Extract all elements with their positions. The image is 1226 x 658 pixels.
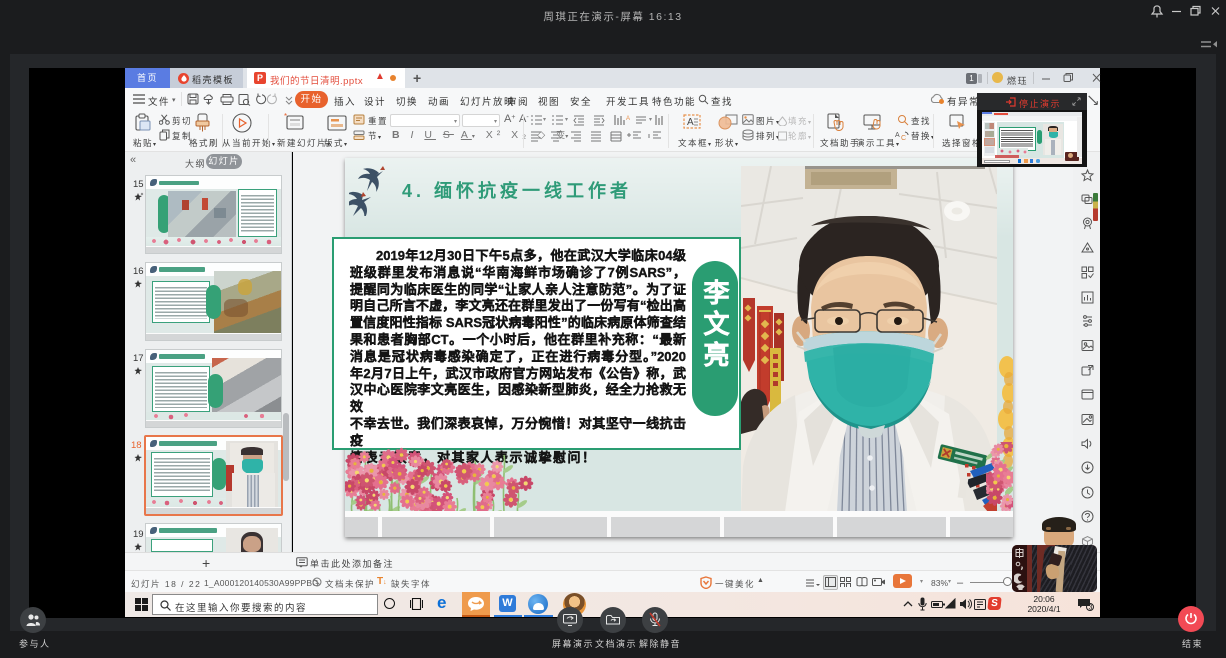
svg-text:A: A — [687, 117, 694, 128]
svg-text:A: A — [895, 132, 900, 139]
svg-text:3: 3 — [1089, 605, 1093, 612]
svg-text:A: A — [626, 116, 630, 122]
svg-text:C: C — [901, 135, 906, 141]
